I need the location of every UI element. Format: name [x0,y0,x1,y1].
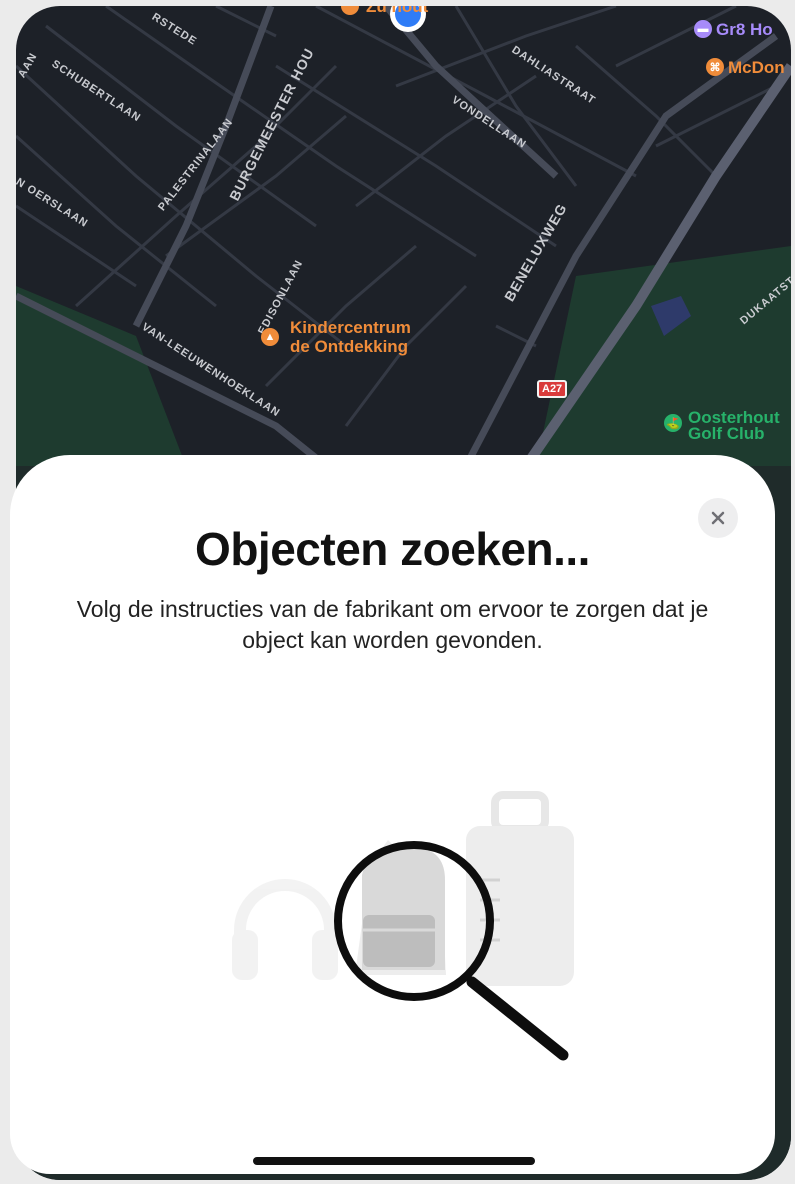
poi-label[interactable]: Zu hout [366,6,428,15]
golf-icon: ⛳ [664,414,682,432]
park-area [16,286,186,466]
search-illustration [232,791,574,1061]
headphones-icon [232,879,338,980]
poi-mcdonalds-label[interactable]: McDon [728,59,785,76]
fork-knife-icon: ⌘ [706,58,724,76]
poi-hotel-label[interactable]: Gr8 Ho [716,21,773,38]
sheet-title: Objecten zoeken... [195,523,590,575]
poi-marker[interactable] [341,6,359,15]
home-indicator[interactable] [253,1157,535,1165]
sheet-subtitle: Volg de instructies van de fabrikant om … [76,596,709,653]
poi-kindercentrum-label-2[interactable]: de Ontdekking [290,338,408,355]
bed-icon: ▬ [694,20,712,38]
graduation-cap-icon: ▲ [261,328,279,346]
highway-badge: A27 [537,380,568,398]
poi-golf-label-2[interactable]: Golf Club [688,425,764,442]
poi-kindercentrum-label-1[interactable]: Kindercentrum [290,319,411,336]
